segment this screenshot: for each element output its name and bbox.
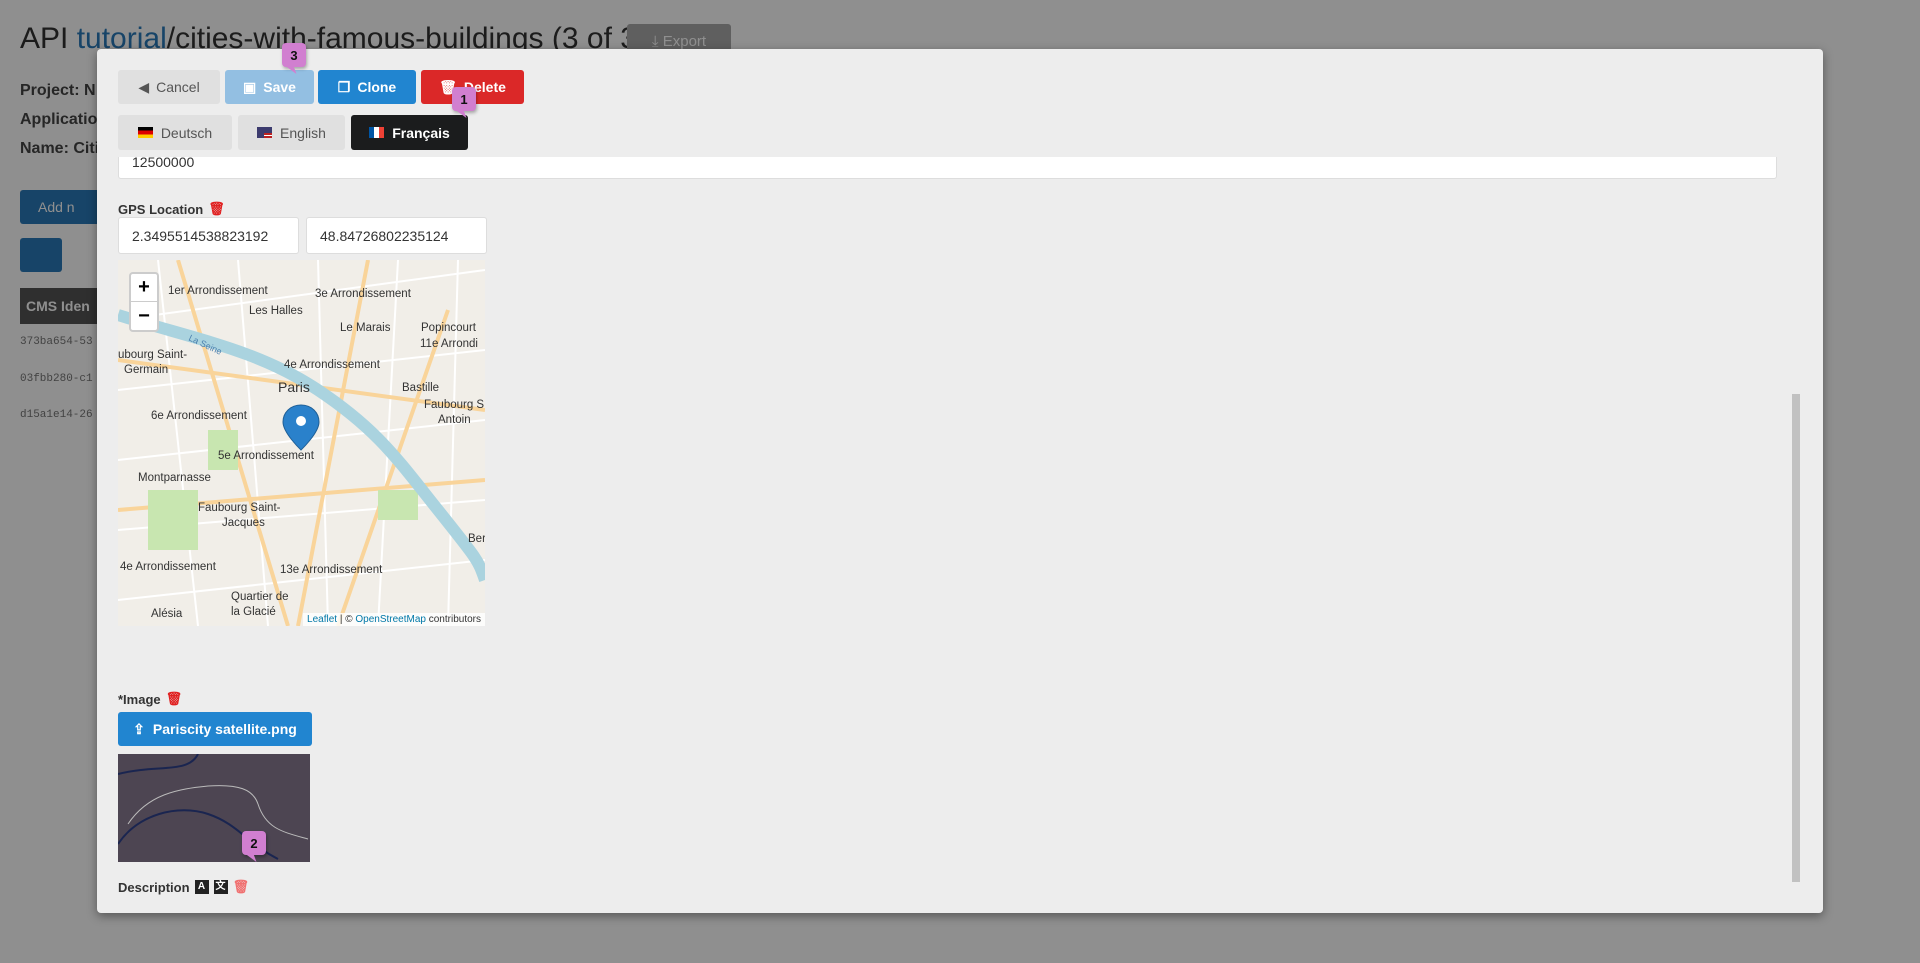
gps-latitude-input[interactable]: 48.84726802235124 [306, 217, 487, 254]
annotation-badge-1: 1 [452, 87, 476, 111]
german-flag-icon [137, 127, 153, 138]
us-flag-icon [257, 127, 273, 138]
map-label: Faubourg Saint- [198, 502, 281, 514]
upload-icon: ⇪ [133, 720, 145, 737]
map-tiles: 1er Arrondissement 3e Arrondissement Les… [118, 260, 485, 626]
copy-icon: ❐ [337, 78, 351, 95]
zoom-in-button[interactable]: + [131, 274, 157, 302]
map-label: Montparnasse [138, 472, 211, 484]
arrow-left-circle-icon: ◀ [138, 78, 150, 95]
map-label: la Glacié [231, 606, 276, 618]
population-field[interactable]: 12500000 [118, 157, 1777, 179]
gps-label: GPS Location 🗑 [118, 201, 225, 217]
tab-deutsch[interactable]: Deutsch [118, 115, 232, 150]
map-label: Paris [278, 379, 310, 395]
map-label: Jacques [222, 517, 265, 529]
leaflet-link[interactable]: Leaflet [307, 614, 337, 625]
tab-francais[interactable]: Français [351, 115, 468, 150]
map-label: Le Marais [340, 322, 391, 334]
upload-image-button[interactable]: ⇪ Pariscity satellite.png [118, 712, 312, 746]
trash-icon[interactable]: 🗑 [166, 691, 183, 707]
clone-button[interactable]: ❐ Clone [318, 70, 416, 104]
map-label: Alésia [151, 608, 183, 620]
map-label: 13e Arrondissement [280, 564, 383, 576]
gps-longitude-input[interactable]: 2.3495514538823192 [118, 217, 299, 254]
save-icon: ▣ [243, 78, 257, 95]
map-label: Les Halles [249, 305, 303, 317]
image-label: *Image 🗑 [118, 691, 183, 707]
map-label: 3e Arrondissement [315, 288, 412, 300]
scrollbar[interactable] [1792, 394, 1800, 882]
map-label: Popincourt [421, 322, 477, 334]
map-label: 4e Arrondissement [284, 359, 381, 371]
form-scroll-area: 12500000 GPS Location 🗑 2.349551453882319… [97, 157, 1797, 897]
map-attribution: Leaflet | © OpenStreetMap contributors [303, 613, 485, 626]
map-label: Quartier de [231, 591, 289, 603]
save-button[interactable]: ▣ Save [225, 70, 314, 104]
map-label: Antoin [438, 414, 471, 426]
map-label: 5e Arrondissement [218, 450, 315, 462]
map-label: Bastille [402, 382, 439, 394]
map-label: Germain [124, 364, 168, 376]
map-label: Ber [468, 533, 485, 545]
annotation-badge-2: 2 [242, 831, 266, 855]
trash-icon[interactable]: 🗑 [233, 879, 250, 895]
cancel-button[interactable]: ◀ Cancel [118, 70, 220, 104]
map-label: 1er Arrondissement [168, 285, 269, 297]
translate-alt-icon[interactable]: 文 [213, 880, 228, 894]
tab-english[interactable]: English [238, 115, 345, 150]
osm-link[interactable]: OpenStreetMap [355, 614, 426, 625]
map-label: 6e Arrondissement [151, 410, 248, 422]
translate-icon[interactable]: A [194, 880, 209, 894]
map-label: ubourg Saint- [118, 349, 187, 361]
map[interactable]: 1er Arrondissement 3e Arrondissement Les… [118, 260, 485, 626]
french-flag-icon [369, 127, 385, 138]
zoom-out-button[interactable]: − [131, 302, 157, 330]
map-zoom-control: + − [129, 272, 159, 332]
map-marker-icon[interactable] [282, 404, 320, 451]
description-label: Description A 文 🗑 [118, 879, 250, 895]
map-label: 11e Arrondi [420, 338, 478, 350]
image-thumbnail [118, 754, 310, 862]
trash-icon[interactable]: 🗑 [208, 201, 225, 217]
annotation-badge-3: 3 [282, 43, 306, 67]
map-label: 4e Arrondissement [120, 561, 217, 573]
map-label: Faubourg S [424, 399, 484, 411]
edit-modal: ◀ Cancel ▣ Save ❐ Clone 🗑 Delete Deutsch Eng… [97, 43, 1823, 913]
